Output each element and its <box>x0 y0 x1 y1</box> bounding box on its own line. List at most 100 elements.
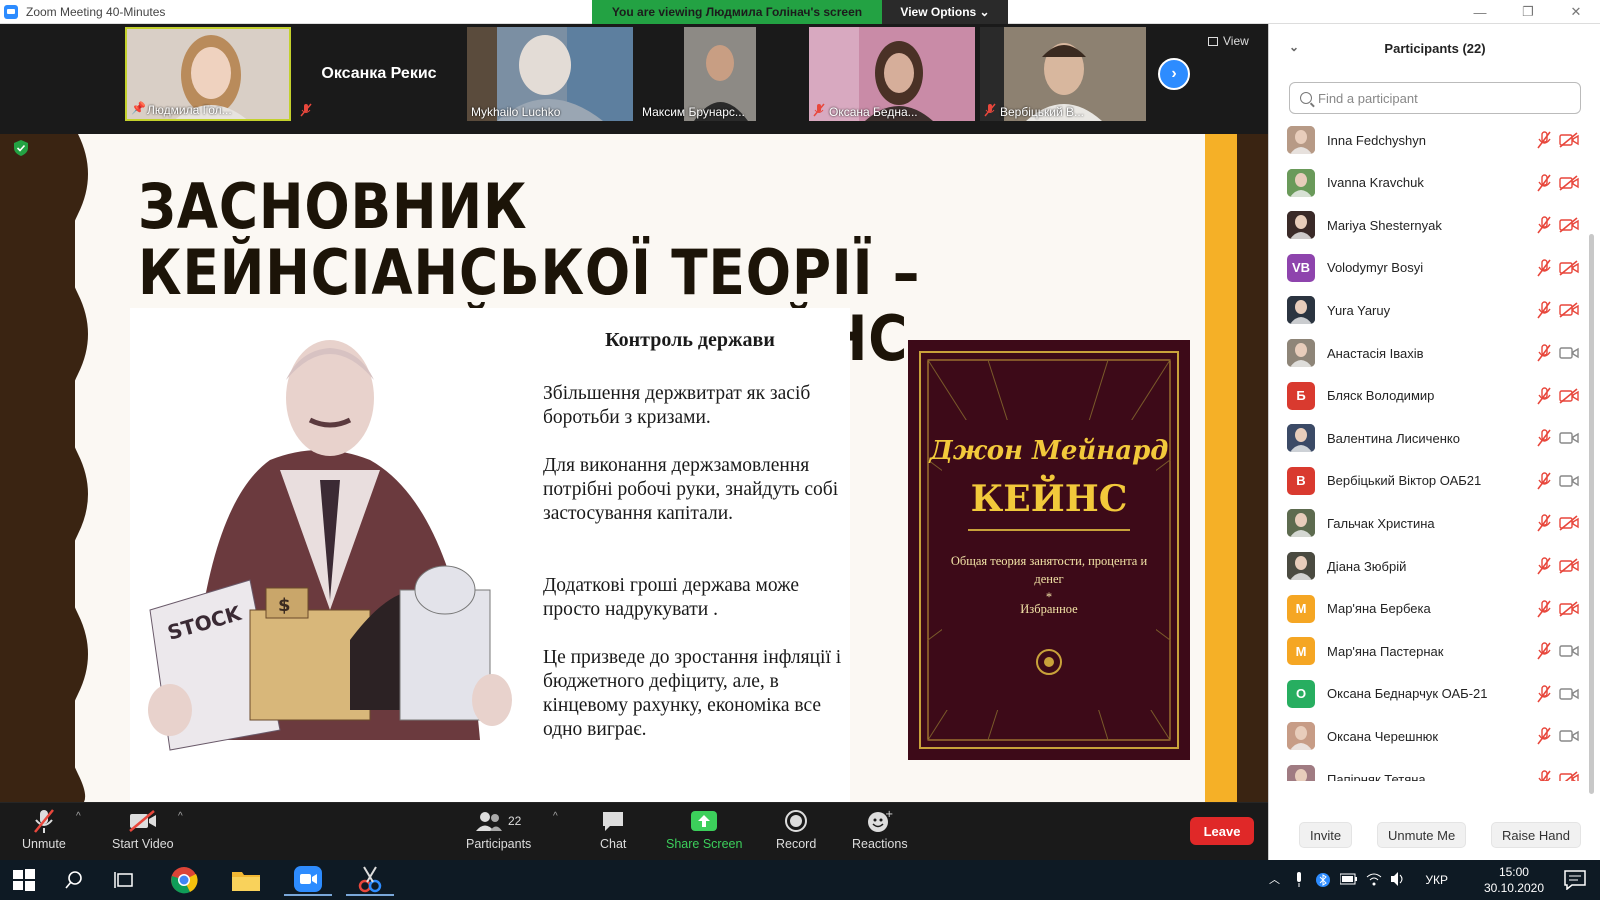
participant-row[interactable]: М Мар'яна Пастернак <box>1269 630 1587 672</box>
reactions-icon: + <box>867 809 893 832</box>
book-ornament <box>919 351 1179 749</box>
participant-row[interactable]: Діана Зюбрій <box>1269 545 1587 587</box>
muted-mic-icon <box>1537 472 1551 490</box>
participant-row[interactable]: В Вербіцький Віктор ОАБ21 <box>1269 460 1587 502</box>
snipping-tool-icon[interactable] <box>346 864 394 896</box>
pin-icon: 📌 <box>131 101 146 115</box>
audio-options-caret-icon[interactable]: ^ <box>76 811 81 822</box>
participant-row[interactable]: О Оксана Беднарчук ОАБ-21 <box>1269 673 1587 715</box>
avatar <box>1287 765 1315 781</box>
video-off-icon <box>1559 174 1579 191</box>
video-thumbnail-active-speaker[interactable]: 📌 Людмила Гол... <box>125 27 291 121</box>
participants-button[interactable]: 22 Participants <box>466 807 531 851</box>
taskbar-clock[interactable]: 15:00 30.10.2020 <box>1484 864 1544 896</box>
participant-row[interactable]: Гальчак Христина <box>1269 502 1587 544</box>
participant-row[interactable]: Mariya Shesternyak <box>1269 204 1587 246</box>
unmute-me-button[interactable]: Unmute Me <box>1377 822 1467 848</box>
video-off-icon <box>1559 132 1579 148</box>
tray-microphone-icon[interactable] <box>1294 872 1304 888</box>
muted-mic-icon <box>1537 386 1551 405</box>
start-video-button[interactable]: Start Video <box>112 807 174 851</box>
participant-row[interactable]: Анастасія Іваxів <box>1269 332 1587 374</box>
participant-name: Mariya Shesternyak <box>1327 217 1442 233</box>
windows-taskbar: ︿ УКР 15:00 30.10.2020 <box>0 860 1600 900</box>
participant-row[interactable]: М Мар'яна Бербека <box>1269 588 1587 630</box>
wifi-icon[interactable] <box>1366 871 1382 887</box>
avatar <box>1287 296 1315 325</box>
view-options-button[interactable]: View Options ⌄ <box>882 0 1008 24</box>
invite-button[interactable]: Invite <box>1299 822 1353 848</box>
chat-icon <box>603 812 624 831</box>
next-page-arrow-icon[interactable]: › <box>1158 58 1190 90</box>
participant-name: Діана Зюбрій <box>1327 558 1407 574</box>
task-view-icon[interactable] <box>100 864 148 896</box>
volume-icon[interactable] <box>1390 872 1406 886</box>
video-off-icon <box>1559 387 1579 404</box>
muted-mic-icon <box>1537 557 1551 575</box>
video-thumbnail[interactable]: Вербіцький В... <box>980 27 1146 121</box>
record-button[interactable]: Record <box>776 807 816 851</box>
taskbar-search-icon[interactable] <box>50 864 98 896</box>
avatar <box>1287 424 1315 453</box>
video-on-icon <box>1559 475 1579 487</box>
video-thumbnail[interactable]: Оксана Бедна... <box>809 27 975 121</box>
avatar: М <box>1287 637 1315 666</box>
leave-button[interactable]: Leave <box>1190 817 1254 845</box>
participant-row[interactable]: VB Volodymyr Bosyi <box>1269 247 1587 289</box>
video-options-caret-icon[interactable]: ^ <box>178 811 183 822</box>
video-thumbnail-strip: 📌 Людмила Гол... Оксанка Рекис Mykhailo … <box>0 24 1268 134</box>
participants-caret-icon[interactable]: ^ <box>553 811 558 822</box>
video-thumbnail[interactable]: Оксанка Рекис <box>296 27 462 121</box>
bluetooth-icon[interactable] <box>1316 871 1330 889</box>
participant-row[interactable]: Валентина Лисиченко <box>1269 417 1587 459</box>
video-thumbnail[interactable]: Максим Брунарс... <box>638 27 804 121</box>
participant-row[interactable]: Yura Yaruy <box>1269 289 1587 331</box>
notifications-icon[interactable] <box>1564 870 1586 890</box>
windows-start-icon[interactable] <box>0 864 48 896</box>
video-thumbnail[interactable]: Mykhailo Luchko <box>467 27 633 121</box>
dollar-sign: $ <box>278 595 291 616</box>
muted-mic-icon <box>1537 599 1551 618</box>
chat-button[interactable]: Chat <box>600 807 626 851</box>
collapse-chevron-icon[interactable]: ⌄ <box>1289 40 1299 54</box>
participant-name: Анастасія Іваxів <box>1327 345 1424 361</box>
video-off-icon <box>1559 302 1579 319</box>
tray-chevron-icon[interactable]: ︿ <box>1269 871 1280 887</box>
zoom-taskbar-icon[interactable] <box>284 864 332 896</box>
view-button[interactable]: View <box>1208 34 1249 48</box>
avatar: В <box>1287 466 1315 495</box>
raise-hand-button[interactable]: Raise Hand <box>1491 822 1581 848</box>
security-shield-icon[interactable] <box>14 140 28 156</box>
record-icon <box>785 810 808 832</box>
share-screen-button[interactable]: Share Screen <box>666 807 742 851</box>
restore-icon[interactable]: ❐ <box>1504 0 1552 24</box>
video-on-icon <box>1559 347 1579 359</box>
participant-row[interactable]: Папірняк Тетяна <box>1269 758 1587 781</box>
panel-footer: Invite Unmute Me Raise Hand <box>1269 814 1600 860</box>
avatar: М <box>1287 594 1315 623</box>
participant-row[interactable]: Ivanna Kravchuk <box>1269 162 1587 204</box>
participant-row[interactable]: Б Бляск Володимир <box>1269 375 1587 417</box>
viewing-message: You are viewing Людмила Голінач's screen <box>592 0 882 24</box>
muted-mic-icon <box>1538 770 1551 781</box>
participant-list-scrollbar[interactable] <box>1589 234 1594 794</box>
reactions-button[interactable]: + Reactions <box>852 807 908 851</box>
participant-name: Гальчак Христина <box>1327 515 1435 531</box>
minimize-icon[interactable]: — <box>1456 0 1504 24</box>
participant-row[interactable]: Inna Fedchyshyn <box>1269 119 1587 161</box>
unmute-button[interactable]: Unmute <box>22 807 66 851</box>
file-explorer-icon[interactable] <box>222 864 270 896</box>
participant-search-box[interactable] <box>1289 82 1581 114</box>
video-on-icon <box>1559 645 1579 657</box>
keyboard-language[interactable]: УКР <box>1425 873 1448 887</box>
participant-row[interactable]: Оксана Черешнюк <box>1269 715 1587 757</box>
chrome-icon[interactable] <box>160 864 208 896</box>
participant-name: Inna Fedchyshyn <box>1327 132 1427 148</box>
close-icon[interactable]: ✕ <box>1552 0 1600 24</box>
battery-icon[interactable] <box>1340 873 1358 885</box>
book-cover: Джон Мейнард КЕЙНС Общая теория занятост… <box>908 340 1190 760</box>
reactions-label: Reactions <box>852 837 908 851</box>
participant-search-input[interactable] <box>1318 90 1568 106</box>
muted-mic-icon <box>1537 216 1551 234</box>
muted-mic-icon <box>1537 173 1551 192</box>
